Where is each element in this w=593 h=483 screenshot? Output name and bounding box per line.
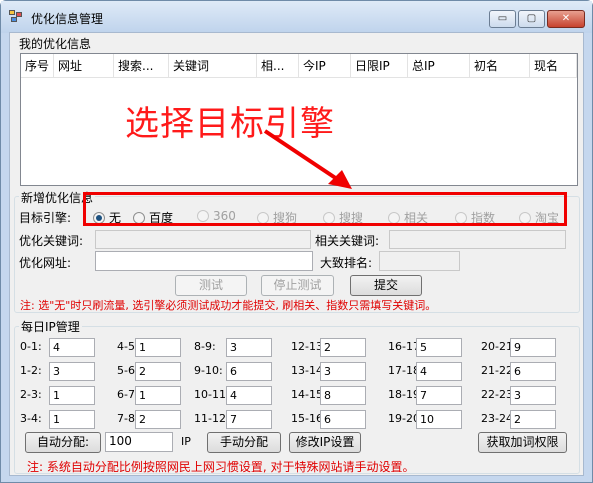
get-permission-button[interactable]: 获取加词权限 bbox=[478, 432, 567, 453]
hour-ip-input[interactable]: 7 bbox=[226, 410, 272, 429]
url-label: 优化网址: bbox=[19, 256, 72, 270]
close-button[interactable]: ✕ bbox=[547, 10, 585, 28]
hour-label: 10-11: bbox=[194, 388, 230, 401]
daily-note: 注: 系统自动分配比例按照网民上网习惯设置, 对于特殊网站请手动设置。 bbox=[27, 460, 415, 474]
window-title: 优化信息管理 bbox=[31, 12, 104, 26]
auto-allocate-button[interactable]: 自动分配: bbox=[25, 432, 101, 453]
hour-ip-input[interactable]: 4 bbox=[226, 386, 272, 405]
related-keyword-label: 相关关键词: bbox=[315, 234, 380, 248]
annotation-highlight-box bbox=[83, 192, 567, 226]
hour-ip-input[interactable]: 10 bbox=[416, 410, 462, 429]
col-header[interactable]: 关键词 bbox=[169, 54, 257, 78]
hour-ip-input[interactable]: 2 bbox=[135, 410, 181, 429]
url-input[interactable] bbox=[95, 251, 313, 271]
hour-label: 1-2: bbox=[20, 364, 42, 377]
keyword-label: 优化关键词: bbox=[19, 234, 84, 248]
hour-ip-input[interactable]: 1 bbox=[135, 338, 181, 357]
hour-ip-input[interactable]: 3 bbox=[49, 362, 95, 381]
keyword-input[interactable] bbox=[95, 230, 311, 249]
hour-label: 8-9: bbox=[194, 340, 216, 353]
related-keyword-input[interactable] bbox=[389, 230, 566, 249]
hour-ip-input[interactable]: 1 bbox=[49, 410, 95, 429]
list-group-label: 我的优化信息 bbox=[19, 37, 92, 51]
title-bar[interactable]: 优化信息管理 ▭ ▢ ✕ bbox=[1, 1, 592, 33]
hour-ip-input[interactable]: 2 bbox=[320, 338, 366, 357]
rank-label: 大致排名: bbox=[320, 256, 373, 270]
engine-label: 目标引擎: bbox=[19, 211, 72, 225]
minimize-button[interactable]: ▭ bbox=[489, 10, 516, 28]
main-window: 优化信息管理 ▭ ▢ ✕ 我的优化信息 序号 网址 搜索... 关键词 相...… bbox=[0, 0, 593, 483]
hour-ip-input[interactable]: 1 bbox=[135, 386, 181, 405]
hour-label: 2-3: bbox=[20, 388, 42, 401]
modify-ip-button[interactable]: 修改IP设置 bbox=[289, 432, 361, 453]
app-icon bbox=[9, 10, 23, 23]
col-header[interactable]: 初名 bbox=[470, 54, 530, 78]
hour-ip-input[interactable]: 2 bbox=[510, 410, 556, 429]
hour-ip-input[interactable]: 3 bbox=[320, 362, 366, 381]
col-header[interactable]: 今IP bbox=[299, 54, 351, 78]
manual-allocate-button[interactable]: 手动分配 bbox=[207, 432, 281, 453]
col-header[interactable]: 序号 bbox=[21, 54, 54, 78]
hour-ip-input[interactable]: 6 bbox=[226, 362, 272, 381]
hour-ip-input[interactable]: 6 bbox=[320, 410, 366, 429]
hour-ip-input[interactable]: 3 bbox=[510, 386, 556, 405]
add-note: 注: 选"无"时只刷流量, 选引擎必须测试成功才能提交, 刷相关、指数只需填写关… bbox=[20, 299, 437, 312]
hour-ip-input[interactable]: 8 bbox=[320, 386, 366, 405]
maximize-button[interactable]: ▢ bbox=[518, 10, 545, 28]
col-header[interactable]: 网址 bbox=[54, 54, 114, 78]
hour-ip-input[interactable]: 5 bbox=[416, 338, 462, 357]
hour-ip-input[interactable]: 7 bbox=[416, 386, 462, 405]
hour-ip-input[interactable]: 4 bbox=[416, 362, 462, 381]
total-ip-input[interactable]: 100 bbox=[105, 432, 173, 452]
rank-input[interactable] bbox=[379, 251, 460, 271]
annotation-text: 选择目标引擎 bbox=[125, 104, 335, 144]
col-header[interactable]: 搜索... bbox=[114, 54, 169, 78]
hour-label: 9-10: bbox=[194, 364, 223, 377]
hour-ip-input[interactable]: 2 bbox=[135, 362, 181, 381]
hour-ip-input[interactable]: 3 bbox=[226, 338, 272, 357]
col-header[interactable]: 总IP bbox=[408, 54, 470, 78]
hour-ip-input[interactable]: 6 bbox=[510, 362, 556, 381]
hour-ip-input[interactable]: 1 bbox=[49, 386, 95, 405]
hour-ip-input[interactable]: 4 bbox=[49, 338, 95, 357]
stop-test-button[interactable]: 停止测试 bbox=[261, 275, 334, 296]
col-header[interactable]: 现名 bbox=[530, 54, 577, 78]
hour-label: 11-12: bbox=[194, 412, 230, 425]
hour-label: 0-1: bbox=[20, 340, 42, 353]
col-header[interactable]: 相... bbox=[257, 54, 299, 78]
ip-unit-label: IP bbox=[181, 435, 191, 448]
col-header[interactable]: 日限IP bbox=[351, 54, 408, 78]
submit-button[interactable]: 提交 bbox=[350, 275, 422, 296]
test-button[interactable]: 测试 bbox=[175, 275, 247, 296]
daily-ip-group-label: 每日IP管理 bbox=[19, 318, 82, 335]
hour-ip-input[interactable]: 9 bbox=[510, 338, 556, 357]
hour-label: 3-4: bbox=[20, 412, 42, 425]
